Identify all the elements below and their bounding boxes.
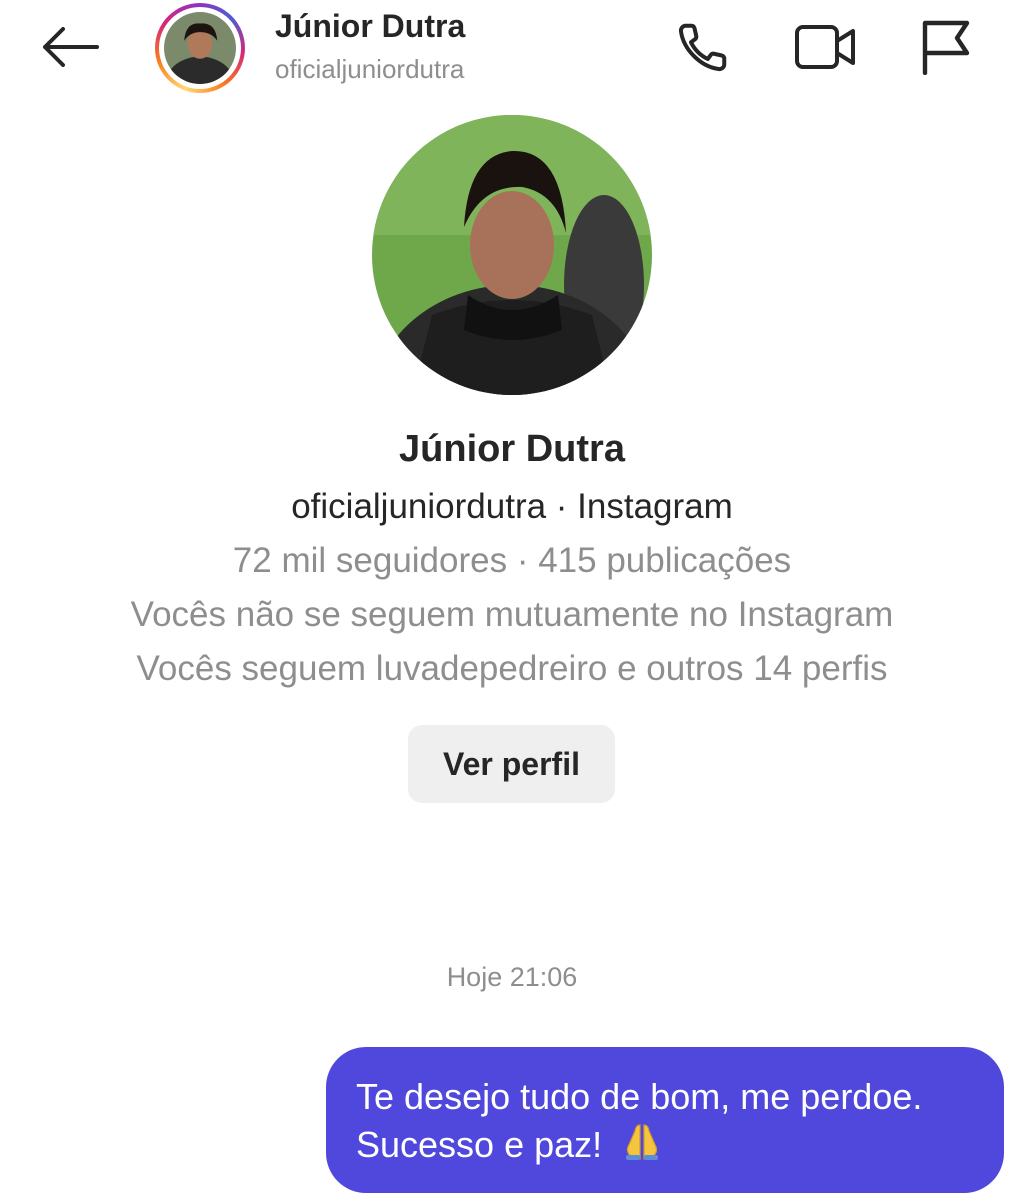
message-text-line: Sucesso e paz! <box>356 1121 974 1173</box>
video-call-button[interactable] <box>790 14 860 80</box>
profile-mutual-status: Vocês não se seguem mutuamente no Instag… <box>130 595 894 634</box>
arrow-left-icon <box>43 27 99 67</box>
header-name[interactable]: Júnior Dutra <box>275 8 465 45</box>
message-bubble[interactable]: Te desejo tudo de bom, me perdoe. Sucess… <box>326 1047 1004 1193</box>
view-profile-button[interactable]: Ver perfil <box>408 725 615 803</box>
avatar-image <box>164 12 236 84</box>
back-button[interactable] <box>38 22 102 72</box>
report-button[interactable] <box>910 14 980 80</box>
folded-hands-emoji <box>620 1121 664 1173</box>
header-avatar[interactable] <box>155 3 245 93</box>
message-timestamp: Hoje 21:06 <box>446 962 578 992</box>
flag-icon <box>922 20 970 75</box>
message-text-line: Te desejo tudo de bom, me perdoe. <box>356 1076 923 1117</box>
call-button[interactable] <box>668 14 738 80</box>
video-camera-icon <box>795 25 855 69</box>
chat-header: Júnior Dutra oficialjuniordutra <box>0 0 1024 100</box>
profile-name: Júnior Dutra <box>399 428 625 470</box>
profile-stats: 72 mil seguidores · 415 publicações <box>232 541 792 580</box>
message-text: Sucesso e paz! <box>356 1124 603 1165</box>
header-username[interactable]: oficialjuniordutra <box>275 54 464 85</box>
profile-handle: oficialjuniordutra · Instagram <box>291 487 733 526</box>
profile-picture[interactable] <box>372 115 652 395</box>
phone-icon <box>678 23 727 72</box>
profile-following-info: Vocês seguem luvadepedreiro e outros 14 … <box>136 649 888 688</box>
